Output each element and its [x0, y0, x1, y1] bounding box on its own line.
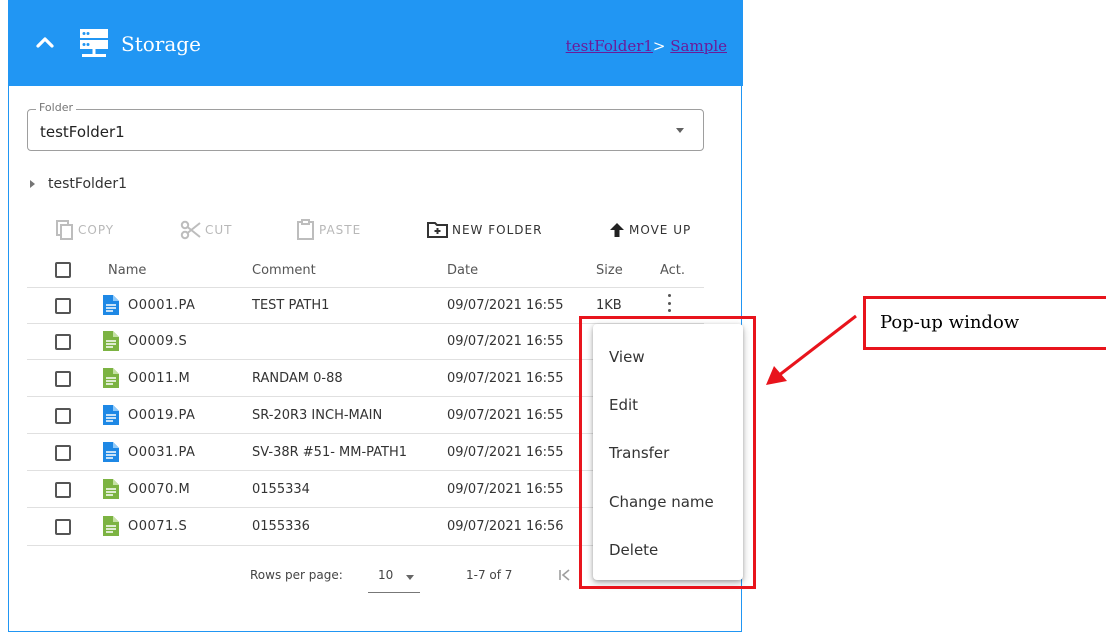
row-comment: 0155334 [252, 482, 310, 497]
folder-select-label: Folder [36, 101, 76, 114]
file-blue-icon [103, 295, 119, 315]
dropdown-arrow-icon[interactable] [676, 128, 684, 133]
new-folder-label: NEW FOLDER [452, 223, 543, 237]
scissors-icon [180, 220, 201, 240]
row-date: 09/07/2021 16:55 [447, 482, 564, 497]
column-header-name[interactable]: Name [108, 263, 146, 278]
row-date: 09/07/2021 16:55 [447, 334, 564, 349]
new-folder-icon [427, 222, 448, 238]
row-name[interactable]: O0071.S [128, 519, 187, 534]
column-header-date[interactable]: Date [447, 263, 478, 278]
arrow-up-icon [610, 223, 624, 237]
row-date: 09/07/2021 16:55 [447, 298, 564, 313]
copy-icon [56, 220, 73, 240]
select-all-checkbox[interactable] [55, 262, 71, 278]
file-green-icon [103, 516, 119, 536]
file-green-icon [103, 331, 119, 351]
new-folder-button[interactable]: NEW FOLDER [427, 218, 542, 242]
paste-button[interactable]: PASTE [296, 218, 361, 242]
annotation-callout: Pop-up window [863, 296, 1106, 350]
storage-header: Storage testFolder1> Sample [9, 0, 743, 86]
row-size: 1KB [596, 298, 622, 313]
row-comment: SR-20R3 INCH-MAIN [252, 408, 383, 423]
row-checkbox[interactable] [55, 519, 71, 535]
row-date: 09/07/2021 16:56 [447, 519, 564, 534]
more-vert-icon[interactable] [668, 294, 672, 312]
row-date: 09/07/2021 16:55 [447, 371, 564, 386]
clipboard-icon [297, 219, 314, 240]
cut-button[interactable]: CUT [180, 218, 233, 242]
file-green-icon [103, 479, 119, 499]
highlight-frame [579, 316, 756, 589]
rows-per-page-dropdown-icon[interactable] [406, 575, 414, 580]
file-blue-icon [103, 405, 119, 425]
row-checkbox[interactable] [55, 298, 71, 314]
tree-node-testfolder1[interactable]: testFolder1 [48, 176, 127, 192]
row-comment: SV-38R #51- MM-PATH1 [252, 445, 408, 460]
row-name[interactable]: O0031.PA [128, 445, 195, 460]
row-name[interactable]: O0011.M [128, 371, 190, 386]
move-up-label: MOVE UP [629, 223, 692, 237]
breadcrumb-separator: > [652, 37, 666, 55]
pagination-range: 1-7 of 7 [466, 568, 513, 582]
annotation-arrow-icon [766, 314, 857, 385]
rows-per-page-underline [368, 592, 420, 593]
folder-select[interactable] [27, 109, 704, 151]
row-comment: 0155336 [252, 519, 310, 534]
first-page-icon[interactable] [558, 568, 572, 582]
table-header-divider [27, 287, 704, 288]
rows-per-page-label: Rows per page: [250, 568, 343, 582]
tree-expand-icon[interactable] [30, 180, 35, 188]
breadcrumb: testFolder1> Sample [566, 37, 727, 55]
row-checkbox[interactable] [55, 334, 71, 350]
column-header-size[interactable]: Size [596, 263, 623, 278]
server-icon [80, 29, 108, 57]
column-header-comment[interactable]: Comment [252, 263, 316, 278]
chevron-up-icon[interactable] [33, 30, 57, 54]
file-green-icon [103, 368, 119, 388]
copy-label: COPY [78, 223, 115, 237]
row-checkbox[interactable] [55, 371, 71, 387]
move-up-button[interactable]: MOVE UP [608, 218, 691, 242]
row-date: 09/07/2021 16:55 [447, 445, 564, 460]
row-comment: TEST PATH1 [252, 298, 330, 313]
row-date: 09/07/2021 16:55 [447, 408, 564, 423]
copy-button[interactable]: COPY [55, 218, 114, 242]
row-name[interactable]: O0001.PA [128, 298, 195, 313]
row-checkbox[interactable] [55, 445, 71, 461]
cut-label: CUT [205, 223, 233, 237]
row-checkbox[interactable] [55, 408, 71, 424]
folder-select-value[interactable]: testFolder1 [40, 123, 125, 141]
annotation-label: Pop-up window [880, 312, 1020, 333]
row-name[interactable]: O0070.M [128, 482, 190, 497]
breadcrumb-link-testfolder1[interactable]: testFolder1 [566, 37, 653, 55]
file-blue-icon [103, 442, 119, 462]
row-name[interactable]: O0019.PA [128, 408, 195, 423]
breadcrumb-link-sample[interactable]: Sample [670, 37, 727, 55]
row-comment: RANDAM 0-88 [252, 371, 343, 386]
paste-label: PASTE [319, 223, 362, 237]
column-header-actions: Act. [660, 263, 686, 278]
row-name[interactable]: O0009.S [128, 334, 187, 349]
row-checkbox[interactable] [55, 482, 71, 498]
rows-per-page-select[interactable]: 10 [378, 568, 393, 582]
panel-title: Storage [121, 32, 201, 56]
